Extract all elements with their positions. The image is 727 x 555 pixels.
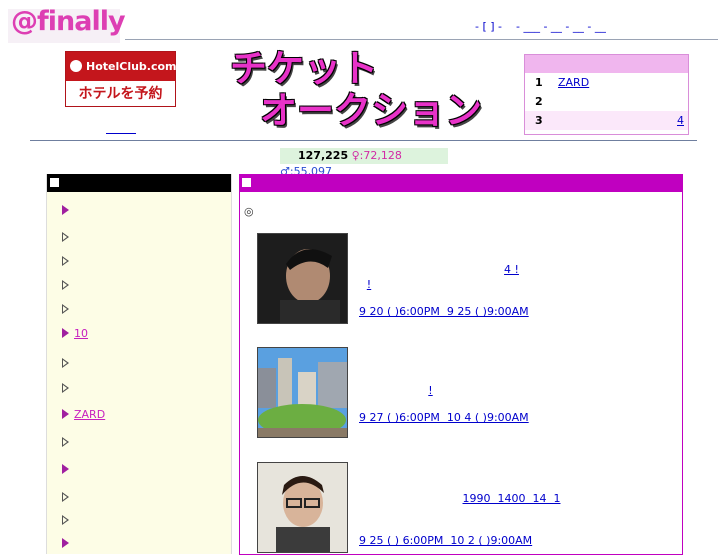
- rank-label-link[interactable]: ZARD: [558, 73, 589, 89]
- sidebar-item[interactable]: [62, 303, 90, 317]
- sidebar-item[interactable]: [62, 537, 108, 551]
- stats-total: 127,225: [298, 149, 349, 162]
- sidebar-item[interactable]: [62, 204, 108, 218]
- event-date-link[interactable]: 9 25 ( ) 6:00PM 10 2 ( )9:00AM: [359, 534, 532, 547]
- event-desc-line-1[interactable]: 1990 1400 14 1: [359, 492, 664, 505]
- sidebar-item[interactable]: 10: [62, 327, 102, 341]
- member-stats: 127,225 ♀:72,128 ♂:55,097: [280, 148, 448, 178]
- title-line-1: チケット: [230, 47, 378, 90]
- event-date-link[interactable]: 9 20 ( )6:00PM 9 25 ( )9:00AM: [359, 305, 529, 318]
- triangle-right-icon: [62, 515, 69, 525]
- logo-text: @finally: [11, 6, 126, 37]
- event-title-link[interactable]: [359, 239, 453, 252]
- hotel-logo-icon: [70, 60, 82, 72]
- sidebar-item[interactable]: [62, 491, 90, 505]
- rank-label-link[interactable]: [558, 92, 584, 104]
- ranking-header: [525, 55, 688, 73]
- triangle-right-icon: [62, 437, 69, 447]
- triangle-right-icon: [62, 358, 69, 368]
- triangle-right-icon: [62, 232, 69, 242]
- event-description[interactable]: 4 !!: [359, 263, 664, 291]
- ranking-row: 1 ZARD: [525, 73, 688, 92]
- ranking-more-link[interactable]: 4: [670, 111, 684, 130]
- event-date-link[interactable]: 9 27 ( )6:00PM 10 4 ( )9:00AM: [359, 411, 529, 424]
- rank-number: 3: [535, 114, 543, 127]
- page-title-logo: チケット オークション: [230, 48, 482, 132]
- main-header: [239, 174, 683, 192]
- event-thumbnail[interactable]: [257, 462, 348, 553]
- triangle-right-icon: [62, 280, 69, 290]
- sidebar-item[interactable]: [62, 463, 108, 477]
- rank-label-link[interactable]: [558, 111, 584, 123]
- triangle-right-icon: [62, 538, 69, 548]
- hotel-ad-bottom: ホテルを予約: [78, 86, 163, 102]
- sidebar-item[interactable]: [62, 357, 90, 371]
- sidebar-header: [47, 174, 231, 192]
- site-logo[interactable]: @finally: [8, 6, 126, 43]
- square-icon: [242, 178, 251, 187]
- sidebar-item[interactable]: [62, 514, 90, 528]
- sidebar-item-label[interactable]: 10: [72, 327, 102, 341]
- triangle-right-icon: [62, 464, 69, 474]
- triangle-right-icon: [62, 409, 69, 419]
- sidebar-item[interactable]: [62, 255, 90, 269]
- hotel-ad-top: HotelClub.com: [66, 52, 177, 81]
- rank-number: 1: [535, 76, 543, 89]
- hotel-ad-banner[interactable]: HotelClub.com ホテルを予約: [65, 51, 177, 107]
- event-title-link[interactable]: [359, 468, 399, 481]
- square-icon: [50, 178, 59, 187]
- header-separator: [30, 140, 697, 141]
- sidebar-item[interactable]: [62, 436, 90, 450]
- sidebar-item[interactable]: [62, 382, 90, 396]
- top-links[interactable]: - [ ] - - ___ - __ - __ - __: [475, 20, 606, 33]
- event-thumbnail[interactable]: [257, 347, 348, 438]
- event-desc-line-2[interactable]: [359, 507, 423, 520]
- event-description[interactable]: !: [359, 384, 664, 397]
- stats-female: ♀:72,128: [351, 149, 402, 162]
- rank-number: 2: [535, 95, 543, 108]
- event-title-link[interactable]: [359, 361, 399, 374]
- triangle-right-icon: [62, 304, 69, 314]
- triangle-right-icon: [62, 383, 69, 393]
- sidebar-item[interactable]: [62, 279, 90, 293]
- category-sidebar: 10 ZARD: [46, 174, 232, 554]
- title-line-2: オークション: [260, 89, 482, 132]
- header-divider: [125, 39, 718, 40]
- triangle-right-icon: [62, 205, 69, 215]
- triangle-right-icon: [62, 256, 69, 266]
- event-desc-line-2[interactable]: !: [359, 278, 379, 291]
- ranking-row: 2: [525, 92, 688, 111]
- event-thumbnail[interactable]: [257, 233, 348, 324]
- event-description[interactable]: 1990 1400 14 1: [359, 492, 664, 520]
- triangle-right-icon: [62, 492, 69, 502]
- event-desc-line-1[interactable]: !: [359, 384, 502, 397]
- sidebar-item-label[interactable]: ZARD: [72, 408, 119, 422]
- ranking-row: 3 4: [525, 111, 688, 130]
- main-lead: ◎: [244, 205, 360, 218]
- header-link[interactable]: [106, 121, 136, 134]
- ranking-box: 1 ZARD 2 3 4: [524, 54, 689, 135]
- sidebar-item[interactable]: ZARD: [62, 408, 119, 422]
- bullet-icon: ◎: [244, 205, 254, 218]
- sidebar-item[interactable]: [62, 231, 90, 245]
- event-desc-line-1[interactable]: 4 !: [359, 263, 664, 276]
- triangle-right-icon: [62, 328, 69, 338]
